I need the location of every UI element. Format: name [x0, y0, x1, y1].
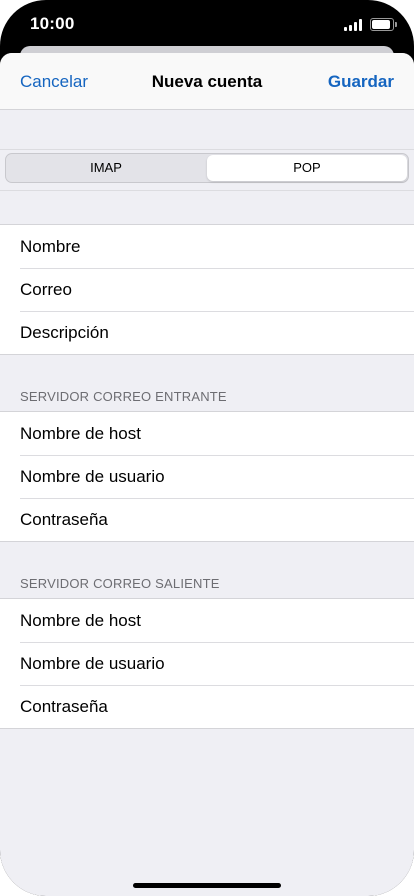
outgoing-password-field[interactable]: Contraseña: [0, 685, 414, 728]
new-account-sheet: Cancelar Nueva cuenta Guardar IMAP POP N…: [0, 53, 414, 896]
protocol-segmented-control: IMAP POP: [5, 153, 409, 183]
account-fields-group: Nombre Correo Descripción: [0, 224, 414, 355]
incoming-server-group: Nombre de host Nombre de usuario Contras…: [0, 411, 414, 542]
save-button[interactable]: Guardar: [328, 72, 394, 92]
home-indicator[interactable]: [133, 883, 281, 888]
incoming-server-header: SERVIDOR CORREO ENTRANTE: [0, 355, 414, 411]
outgoing-server-group: Nombre de host Nombre de usuario Contras…: [0, 598, 414, 729]
outgoing-server-header-label: SERVIDOR CORREO SALIENTE: [20, 576, 220, 591]
protocol-selector-section: IMAP POP: [0, 149, 414, 191]
battery-icon: [370, 18, 397, 31]
status-time: 10:00: [30, 14, 75, 33]
incoming-password-field[interactable]: Contraseña: [0, 498, 414, 541]
email-field[interactable]: Correo: [0, 268, 414, 311]
battery-level: [372, 20, 390, 29]
status-bar: 10:00: [0, 0, 414, 52]
outgoing-host-field[interactable]: Nombre de host: [0, 599, 414, 642]
status-icons: [344, 17, 397, 31]
outgoing-server-header: SERVIDOR CORREO SALIENTE: [0, 542, 414, 598]
description-field[interactable]: Descripción: [0, 311, 414, 354]
incoming-host-field[interactable]: Nombre de host: [0, 412, 414, 455]
notch: [96, 0, 318, 34]
name-field[interactable]: Nombre: [0, 225, 414, 268]
incoming-server-header-label: SERVIDOR CORREO ENTRANTE: [20, 389, 227, 404]
segment-imap[interactable]: IMAP: [6, 154, 206, 182]
phone-frame: 10:00 Cancelar Nueva cuenta Guardar IMAP…: [0, 0, 414, 896]
segment-pop[interactable]: POP: [207, 155, 407, 181]
incoming-username-field[interactable]: Nombre de usuario: [0, 455, 414, 498]
cellular-signal-icon: [344, 19, 362, 31]
outgoing-username-field[interactable]: Nombre de usuario: [0, 642, 414, 685]
navigation-bar: Cancelar Nueva cuenta Guardar: [0, 53, 414, 110]
